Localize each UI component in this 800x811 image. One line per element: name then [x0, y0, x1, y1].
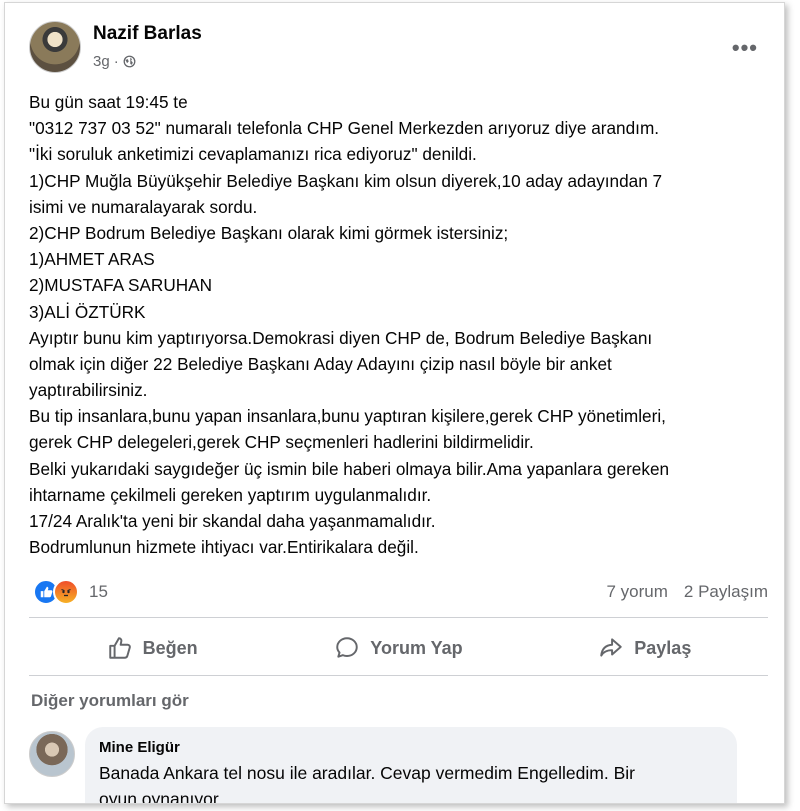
comment-count[interactable]: 7 yorum — [606, 582, 667, 602]
globe-icon[interactable] — [123, 55, 136, 68]
post-stats: 7 yorum 2 Paylaşım — [606, 582, 768, 602]
share-count[interactable]: 2 Paylaşım — [684, 582, 768, 602]
comment-bubble: Mine Eligür Banada Ankara tel nosu ile a… — [85, 727, 737, 804]
share-button[interactable]: Paylaş — [522, 623, 768, 673]
post-line: ihtarname çekilmeli gereken yaptırım uyg… — [29, 484, 432, 505]
comment-icon — [336, 637, 359, 658]
post-line: Ayıptır bunu kim yaptırıyorsa.Demokrasi … — [29, 327, 653, 348]
post-line: 3)ALİ ÖZTÜRK — [29, 301, 146, 322]
post-meta: 3g · — [93, 53, 136, 70]
post-line: 2)CHP Bodrum Belediye Başkanı olarak kim… — [29, 222, 509, 243]
reactions-bar: 15 7 yorum 2 Paylaşım — [33, 579, 768, 605]
comment-text: Banada Ankara tel nosu ile aradılar. Cev… — [99, 760, 723, 804]
post-line: Bu tip insanlara,bunu yapan insanlara,bu… — [29, 406, 666, 427]
post-line: "İki soruluk anketimizi cevaplamanızı ri… — [29, 144, 477, 165]
author-avatar[interactable] — [29, 21, 81, 73]
post-card: Nazif Barlas 3g · ••• Bu gün saat 19:45 … — [4, 2, 785, 804]
comment-label: Yorum Yap — [370, 637, 463, 658]
commenter-avatar[interactable] — [29, 731, 75, 777]
thumbs-up-icon — [108, 637, 131, 659]
post-line: 2)MUSTAFA SARUHAN — [29, 275, 213, 296]
share-label: Paylaş — [634, 637, 692, 658]
share-icon — [600, 638, 623, 657]
post-body: Bu gün saat 19:45 te "0312 737 03 52" nu… — [29, 89, 769, 560]
post-line: Bu gün saat 19:45 te — [29, 92, 188, 112]
post-header: Nazif Barlas 3g · ••• — [27, 17, 768, 77]
comment-line: Banada Ankara tel nosu ile aradılar. Cev… — [99, 763, 635, 783]
divider — [29, 675, 768, 676]
post-line: olmak için diğer 22 Belediye Başkanı Ada… — [29, 353, 612, 374]
comment-line: oyun oynanıyor. — [99, 789, 223, 804]
meta-separator: · — [113, 53, 119, 70]
author-name[interactable]: Nazif Barlas — [93, 23, 202, 45]
commenter-name[interactable]: Mine Eligür — [99, 739, 723, 756]
post-line: isimi ve numaralayarak sordu. — [29, 196, 258, 217]
post-actions: Beğen Yorum Yap Paylaş — [29, 623, 768, 673]
more-options-icon[interactable]: ••• — [732, 35, 758, 61]
angry-icon — [53, 579, 79, 605]
post-line: 1)AHMET ARAS — [29, 249, 155, 270]
comment-button[interactable]: Yorum Yap — [275, 623, 521, 673]
post-time[interactable]: 3g — [93, 53, 110, 70]
post-line: 17/24 Aralık'ta yeni bir skandal daha ya… — [29, 511, 436, 531]
like-button[interactable]: Beğen — [29, 623, 275, 673]
like-label: Beğen — [142, 637, 198, 658]
reaction-icons[interactable] — [33, 579, 79, 605]
post-line: 1)CHP Muğla Büyükşehir Belediye Başkanı … — [29, 170, 663, 191]
post-line: Belki yukarıdaki saygıdeğer üç ismin bil… — [29, 458, 670, 479]
post-line: Bodrumlunun hizmete ihtiyacı var.Entirik… — [29, 537, 419, 558]
post-line: gerek CHP delegeleri,gerek CHP seçmenler… — [29, 432, 534, 453]
divider — [29, 617, 768, 618]
post-line: "0312 737 03 52" numaralı telefonla CHP … — [29, 118, 660, 139]
post-line: yaptırabilirsiniz. — [29, 380, 148, 401]
reaction-count[interactable]: 15 — [89, 582, 108, 602]
see-more-comments-link[interactable]: Diğer yorumları gör — [31, 691, 189, 711]
